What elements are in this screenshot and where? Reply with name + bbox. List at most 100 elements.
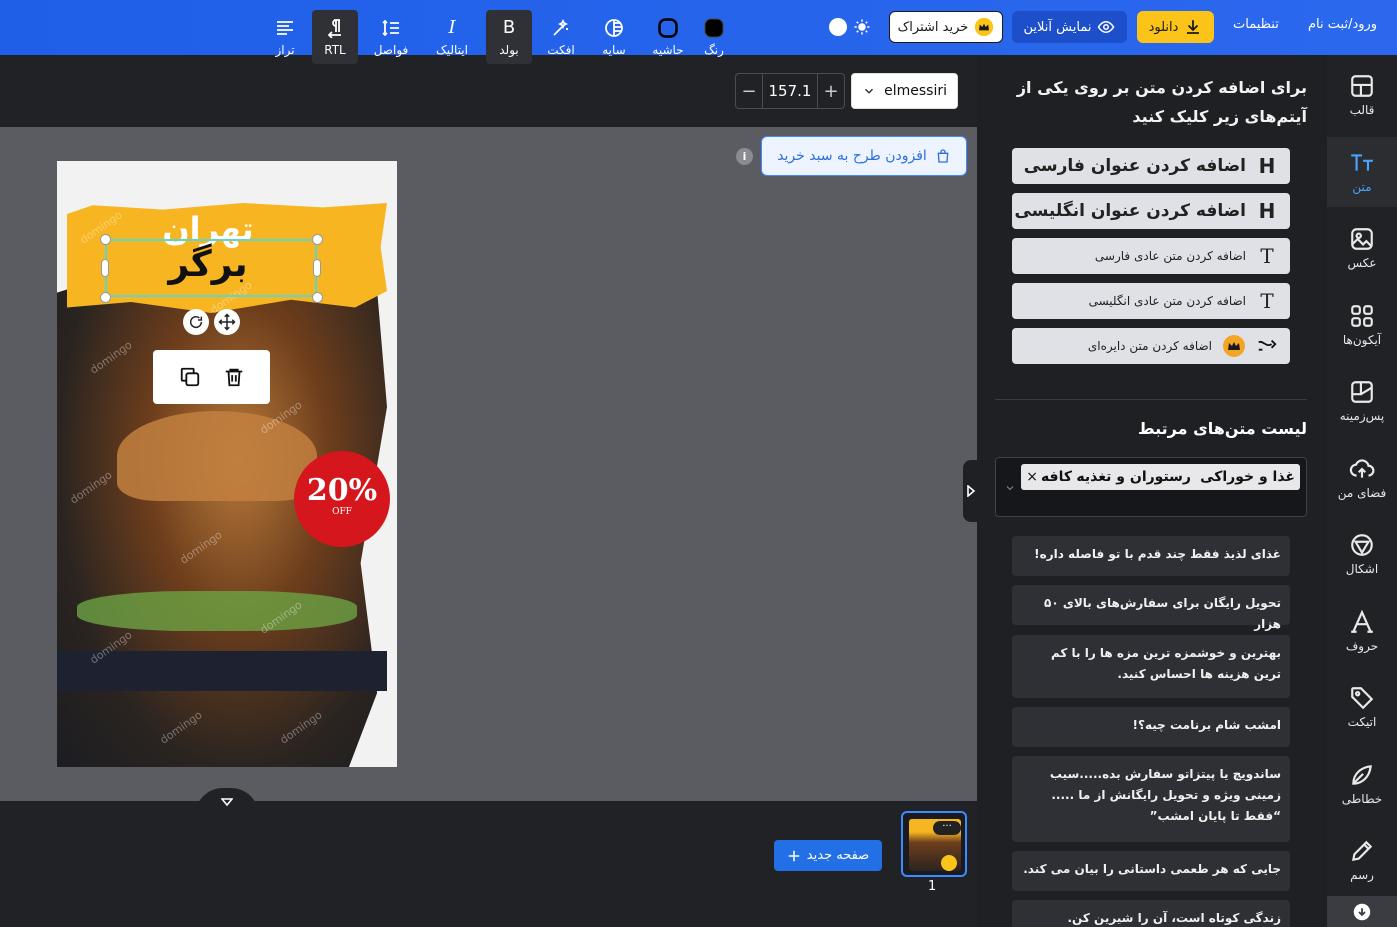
tool-label: حاشیه [652, 42, 684, 57]
side-nav: قالب متن عکس آیکون‌ها پس‌زمینه فضای من ا… [1327, 55, 1397, 927]
tool-align[interactable]: تراز [268, 10, 302, 64]
trash-icon[interactable] [223, 366, 245, 388]
template-icon [1351, 75, 1373, 97]
related-text-item[interactable]: جایی که هر طعمی داستانی را بیان می کند. [1012, 851, 1290, 891]
tag-chip[interactable]: غذا و خوراکی × [1180, 464, 1300, 490]
font-size-stepper[interactable]: − 157.1 + [735, 73, 845, 109]
preview-label: نمایش آنلاین [1023, 19, 1092, 35]
nav-item-template[interactable]: قالب [1327, 60, 1397, 130]
nav-label: عکس [1347, 256, 1377, 270]
size-decrease-button[interactable]: − [736, 81, 762, 102]
tag-chip[interactable]: رستوران و تغذیه × [1056, 464, 1196, 490]
tool-color[interactable]: رنگ [700, 10, 728, 64]
shapes-icon [1351, 534, 1373, 556]
tool-shadow[interactable]: سایه [596, 10, 632, 64]
add-english-heading-button[interactable]: اضافه کردن عنوان انگلیسی H [1012, 193, 1290, 229]
page-thumbnail[interactable]: ··· [901, 811, 967, 877]
burger-bun [117, 411, 317, 501]
tool-border[interactable]: حاشیه [648, 10, 688, 64]
nav-item-background[interactable]: پس‌زمینه [1327, 366, 1397, 436]
related-text-item[interactable]: زندگی کوتاه است، آن را شیرین کن. [1012, 900, 1290, 927]
subscribe-button[interactable]: خرید اشتراک [889, 11, 1003, 43]
preview-button[interactable]: نمایش آنلاین [1012, 11, 1127, 43]
resize-handle[interactable] [312, 234, 323, 245]
related-text-item[interactable]: تحویل رایگان برای سفارش‌های بالای ۵۰ هزا… [1012, 585, 1290, 631]
new-page-label: صفحه جدید [806, 848, 870, 863]
settings-link[interactable]: تنظیمات [1233, 17, 1279, 32]
download-label: دانلود [1148, 19, 1179, 35]
tool-label: RTL [324, 42, 346, 57]
tool-effect[interactable]: افکت [543, 10, 579, 64]
chevron-down-icon [864, 88, 874, 94]
tag-filter-box[interactable]: غذا و خوراکی × رستوران و تغذیه × کافه × [995, 457, 1307, 517]
nav-label: اتیکت [1347, 715, 1377, 729]
tool-spacing[interactable]: فواصل [370, 10, 412, 64]
resize-handle[interactable] [100, 234, 111, 245]
close-icon[interactable]: × [1026, 469, 1038, 485]
sale-off: OFF [332, 507, 352, 517]
add-button-label: اضافه کردن عنوان فارسی [1023, 156, 1246, 176]
toggle-knob [829, 18, 847, 36]
curve-text-icon [1258, 339, 1277, 351]
panel-collapse-button[interactable] [963, 460, 979, 522]
nav-item-draw[interactable]: رسم [1327, 825, 1397, 895]
tool-rtl[interactable]: RTL [312, 10, 358, 64]
nav-item-icons[interactable]: آیکون‌ها [1327, 290, 1397, 360]
tool-label: بولد [499, 43, 519, 57]
font-select[interactable]: elmessiri [851, 73, 958, 109]
download-icon [1187, 20, 1200, 34]
size-increase-button[interactable]: + [818, 81, 844, 102]
nav-item-letters[interactable]: حروف [1327, 596, 1397, 666]
effect-wand-icon [553, 18, 569, 36]
tool-label: رنگ [704, 42, 724, 57]
rotate-handle[interactable] [183, 309, 209, 335]
duplicate-icon[interactable] [179, 366, 201, 388]
arrow-down-circle-icon [1353, 903, 1371, 920]
nav-scroll-down-button[interactable] [1327, 896, 1397, 927]
page-number: 1 [928, 879, 937, 894]
background-icon [1351, 381, 1373, 403]
move-handle[interactable] [214, 309, 240, 335]
spacing-icon [382, 19, 399, 36]
nav-item-text[interactable]: متن [1327, 137, 1397, 207]
nav-label: خطاطی [1341, 792, 1383, 806]
info-icon[interactable]: i [736, 148, 753, 165]
add-persian-text-button[interactable]: اضافه کردن متن عادی فارسی T [1012, 238, 1290, 274]
theme-toggle[interactable] [829, 14, 877, 40]
tag-chip[interactable]: کافه × [1021, 464, 1077, 490]
nav-item-image[interactable]: عکس [1327, 213, 1397, 283]
move-icon [218, 313, 236, 331]
related-text-item[interactable]: بهترین و خوشمزه ترین مزه ها را با کم تری… [1012, 635, 1290, 698]
new-page-button[interactable]: صفحه جدید [774, 840, 882, 871]
add-english-text-button[interactable]: اضافه کردن متن عادی انگلیسی T [1012, 283, 1290, 319]
burger-lettuce [77, 591, 357, 631]
tool-italic[interactable]: I ایتالیک [432, 10, 472, 64]
add-to-cart-button[interactable]: افزودن طرح به سبد خرید [761, 136, 967, 176]
font-size-value[interactable]: 157.1 [762, 74, 818, 108]
login-link[interactable]: ورود/ثبت نام [1308, 17, 1377, 32]
resize-handle[interactable] [100, 292, 111, 303]
resize-handle[interactable] [313, 259, 321, 277]
add-persian-heading-button[interactable]: اضافه کردن عنوان فارسی H [1012, 148, 1290, 184]
related-text-item[interactable]: غذای لذیذ فقط چند قدم با تو فاصله داره! [1012, 536, 1290, 576]
tool-bold[interactable]: B بولد [486, 10, 532, 64]
rotate-icon [189, 315, 203, 329]
selection-box[interactable] [105, 239, 317, 297]
nav-label: اشکال [1345, 562, 1379, 576]
nav-item-calligraphy[interactable]: خطاطی [1327, 749, 1397, 819]
resize-handle[interactable] [101, 259, 109, 277]
text-panel: برای اضافه کردن متن بر روی یکی از آیتم‌ه… [977, 55, 1327, 927]
add-circular-text-button[interactable]: اضافه کردن متن دایره‌ای [1012, 328, 1290, 364]
chevron-down-icon[interactable] [1004, 482, 1016, 494]
page-options-icon[interactable]: ··· [933, 821, 961, 835]
nav-item-my-space[interactable]: فضای من [1327, 443, 1397, 513]
cart-label: افزودن طرح به سبد خرید [777, 148, 927, 164]
related-text-item[interactable]: امشب شام برنامت چیه؟! [1012, 707, 1290, 747]
font-name: elmessiri [884, 83, 947, 99]
nav-item-shapes[interactable]: اشکال [1327, 519, 1397, 589]
resize-handle[interactable] [312, 292, 323, 303]
nav-item-sticker[interactable]: اتیکت [1327, 672, 1397, 742]
download-button[interactable]: دانلود [1137, 11, 1214, 43]
related-text-item[interactable]: ساندویچ یا پیتزاتو سفارش بده.....سیب زمی… [1012, 756, 1290, 842]
caret-down-icon [221, 798, 233, 807]
